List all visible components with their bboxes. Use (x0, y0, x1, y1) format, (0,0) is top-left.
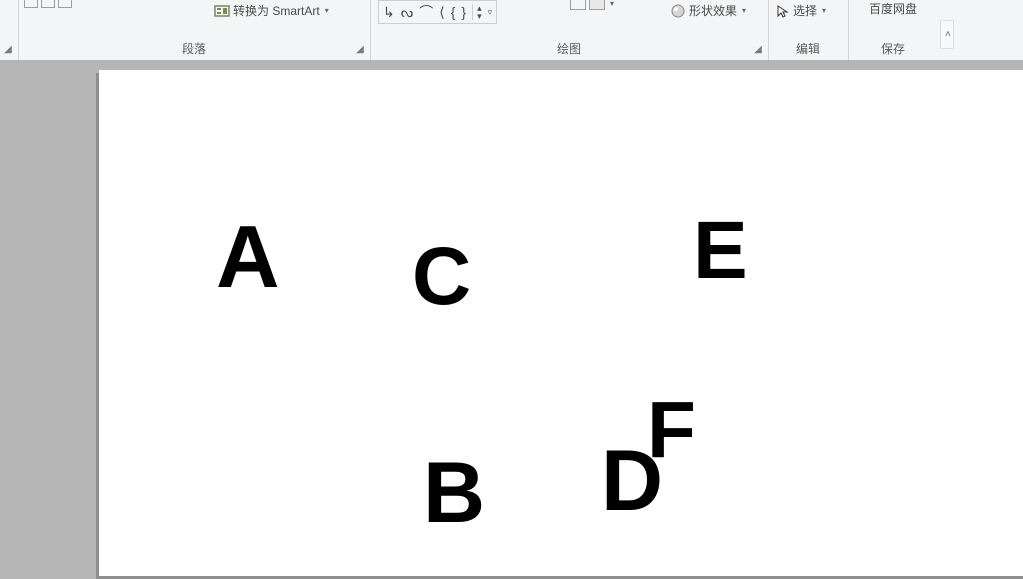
slide-workspace: ACEBDF (0, 60, 1023, 576)
dropdown-icon: ▾ (822, 6, 826, 15)
ribbon: ◢ 转换为 SmartArt ▾ 段落 ◢ ↳ ᔓ ⌒ ⟨ { } (0, 0, 1023, 61)
dialog-launcher-icon[interactable]: ◢ (2, 44, 14, 56)
ribbon-group-editing: 选择 ▾ 编辑 (768, 0, 849, 60)
shape-style-gallery[interactable]: ▾ (570, 0, 614, 10)
connector-elbow-icon: ↳ (383, 4, 395, 21)
slide-canvas[interactable]: ACEBDF (99, 70, 1023, 576)
convert-to-smartart-label: 转换为 SmartArt (233, 2, 320, 19)
gallery-more-icon[interactable]: ▿ (488, 7, 493, 18)
baidu-netdisk-button[interactable]: 百度网盘 (848, 0, 938, 17)
shape-effects-icon (670, 3, 686, 19)
convert-to-smartart-button[interactable]: 转换为 SmartArt ▾ (214, 2, 329, 19)
ribbon-group-drawing: ↳ ᔓ ⌒ ⟨ { } ▴▾ ▿ ▾ 形状效果 ▾ 绘图 ◢ (370, 0, 769, 60)
dropdown-icon: ▾ (742, 6, 746, 15)
ribbon-collapse-button[interactable]: ˄ (940, 20, 954, 49)
curly-left-icon: { (451, 4, 456, 20)
ribbon-group-cloud: 百度网盘 保存 (848, 0, 938, 60)
ribbon-group-paragraph: 转换为 SmartArt ▾ 段落 ◢ (18, 0, 371, 60)
ribbon-group-leftedge: ◢ (0, 0, 19, 60)
dialog-launcher-icon[interactable]: ◢ (752, 44, 764, 56)
textbox-A[interactable]: A (216, 206, 280, 308)
group-label-paragraph: 段落 (18, 40, 370, 57)
connector-curve-icon: ᔓ (401, 4, 413, 21)
paragraph-toggle-row[interactable] (24, 0, 72, 8)
brace-left-icon: ⟨ (439, 4, 444, 21)
textbox-B[interactable]: B (423, 444, 485, 543)
gallery-scroll-icon[interactable]: ▴▾ (472, 4, 482, 20)
chevron-up-icon: ˄ (945, 29, 951, 40)
baidu-netdisk-label: 百度网盘 (869, 0, 917, 17)
shapes-gallery[interactable]: ↳ ᔓ ⌒ ⟨ { } ▴▾ ▿ (378, 0, 497, 24)
textbox-F[interactable]: F (647, 384, 696, 476)
group-label-drawing: 绘图 (370, 40, 768, 57)
group-label-editing: 编辑 (768, 40, 848, 57)
dropdown-icon: ▾ (610, 0, 614, 8)
select-button[interactable]: 选择 ▾ (776, 2, 826, 19)
curly-right-icon: } (461, 4, 466, 20)
shape-effects-label: 形状效果 (689, 2, 737, 19)
textbox-C[interactable]: C (412, 230, 471, 324)
textbox-E[interactable]: E (693, 204, 748, 298)
shape-effects-button[interactable]: 形状效果 ▾ (670, 2, 746, 19)
connector-arc-icon: ⌒ (419, 2, 433, 22)
smartart-icon (214, 3, 230, 19)
dialog-launcher-icon[interactable]: ◢ (354, 44, 366, 56)
dropdown-icon: ▾ (325, 6, 329, 15)
select-cursor-icon (776, 4, 790, 18)
group-label-cloud: 保存 (848, 40, 938, 57)
select-label: 选择 (793, 2, 817, 19)
